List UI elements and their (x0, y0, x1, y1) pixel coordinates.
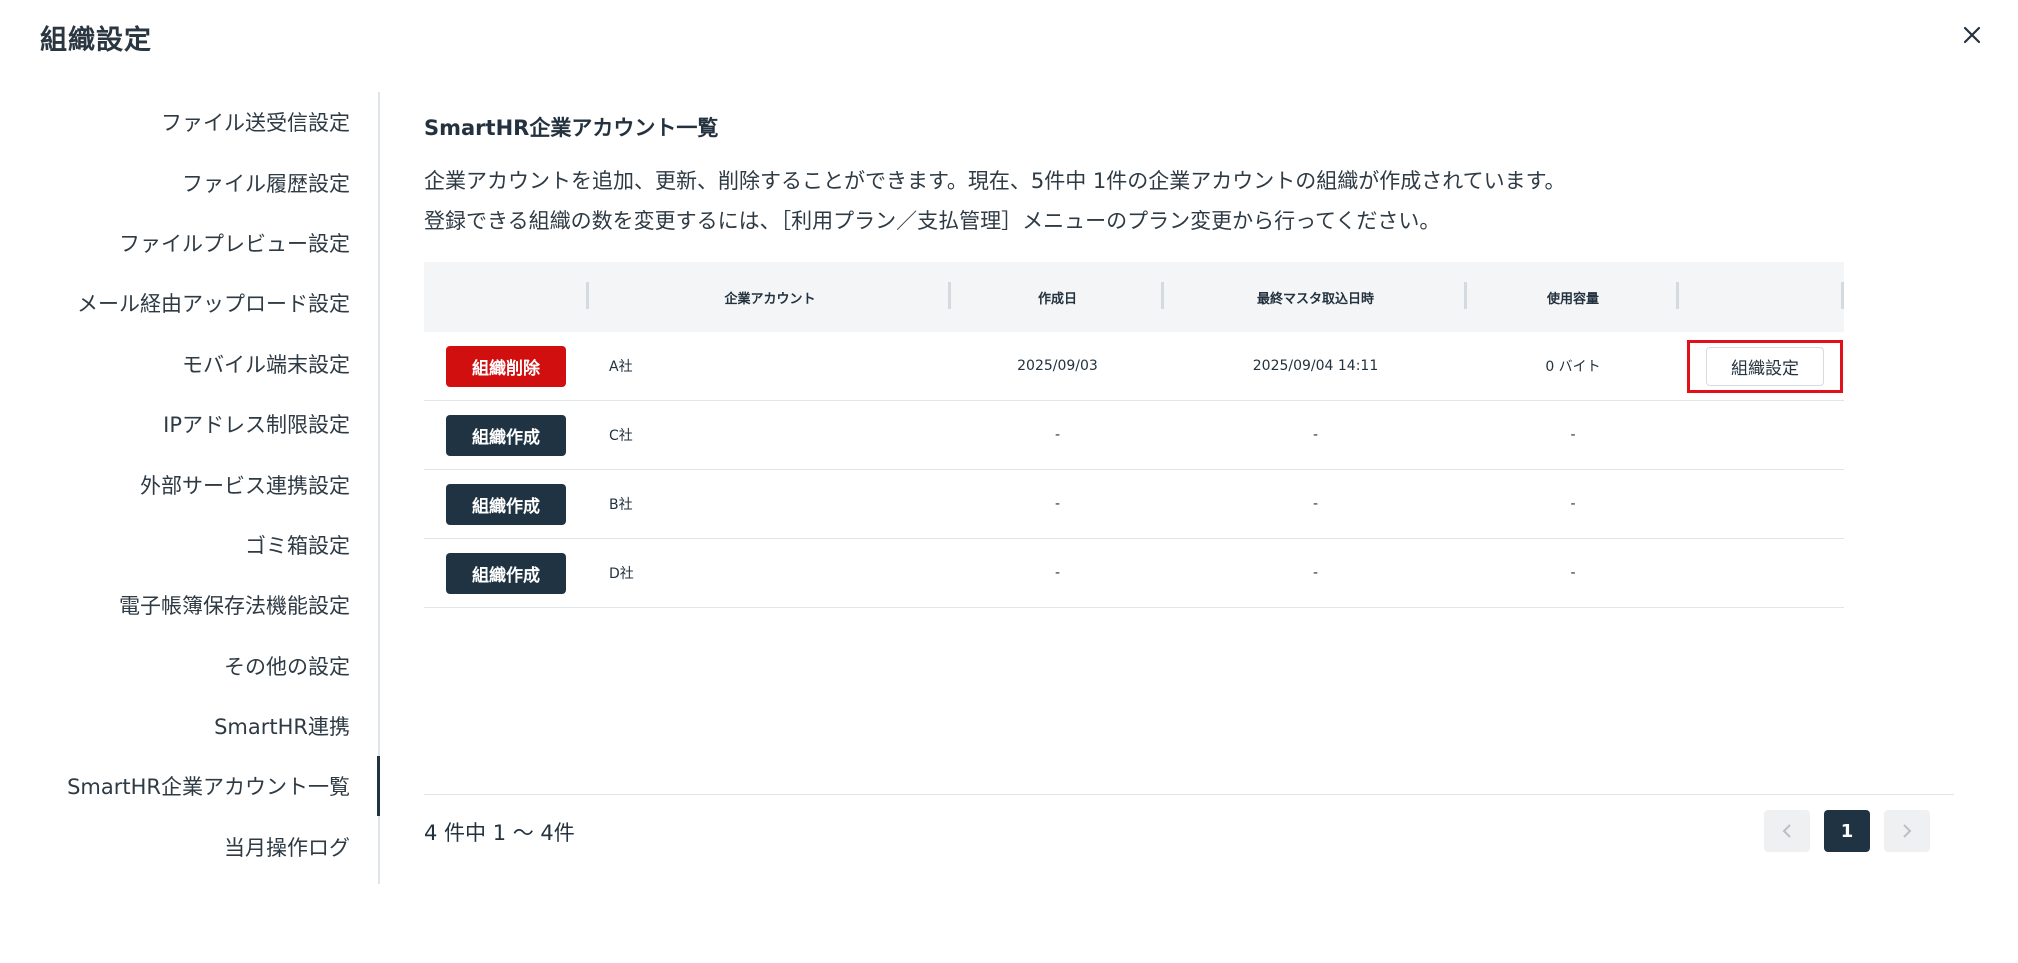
header-created: 作成日 (951, 262, 1164, 332)
created-date: 2025/09/03 (1017, 358, 1098, 374)
table-header: 企業アカウント 作成日 最終マスタ取込日時 使用容量 (424, 262, 1844, 332)
main-content: SmartHR企業アカウント一覧 企業アカウントを追加、更新、削除することができ… (424, 92, 1954, 884)
create-organization-button[interactable]: 組織作成 (446, 483, 566, 525)
last-import-datetime: - (1312, 496, 1319, 512)
description-line-2: 登録できる組織の数を変更するには、［利用プラン／支払管理］メニューのプラン変更か… (424, 209, 1441, 233)
sidebar-item-trash[interactable]: ゴミ箱設定 (0, 515, 378, 575)
sidebar-item-other[interactable]: その他の設定 (0, 636, 378, 696)
account-table: 企業アカウント 作成日 最終マスタ取込日時 使用容量 組織削除 A社 2025/… (424, 262, 1844, 608)
last-import-datetime: 2025/09/04 14:11 (1252, 358, 1379, 374)
table-row: 組織作成 C社 - - - (424, 401, 1844, 470)
last-import-datetime: - (1312, 565, 1319, 581)
page-1-button[interactable]: 1 (1824, 810, 1870, 852)
created-date: - (1054, 565, 1061, 581)
prev-page-button[interactable] (1764, 810, 1810, 852)
table-row: 組織削除 A社 2025/09/03 2025/09/04 14:11 0 バイ… (424, 332, 1844, 401)
sidebar-item-external-services[interactable]: 外部サービス連携設定 (0, 454, 378, 514)
sidebar-item-smarthr-accounts[interactable]: SmartHR企業アカウント一覧 (0, 756, 380, 817)
next-page-button[interactable] (1884, 810, 1930, 852)
settings-sidebar: ファイル送受信設定 ファイル履歴設定 ファイルプレビュー設定 メール経由アップロ… (0, 92, 380, 884)
account-name: D社 (609, 566, 634, 582)
modal-title: 組織設定 (40, 25, 152, 56)
create-organization-button[interactable]: 組織作成 (446, 552, 566, 594)
header-account: 企業アカウント (589, 262, 951, 332)
sidebar-item-file-history[interactable]: ファイル履歴設定 (0, 152, 378, 212)
chevron-left-icon (1782, 824, 1791, 838)
sidebar-item-file-transfer[interactable]: ファイル送受信設定 (0, 92, 378, 152)
footer-divider (424, 794, 1954, 795)
close-icon (1963, 26, 1981, 44)
sidebar-item-e-book-law[interactable]: 電子帳簿保存法機能設定 (0, 575, 378, 635)
account-name: A社 (609, 359, 633, 375)
created-date: - (1054, 496, 1061, 512)
created-date: - (1054, 427, 1061, 443)
header-last-import: 最終マスタ取込日時 (1164, 262, 1467, 332)
sidebar-item-mobile[interactable]: モバイル端末設定 (0, 334, 378, 394)
description-line-1: 企業アカウントを追加、更新、削除することができます。現在、5件中 1件の企業アカ… (424, 169, 1566, 193)
usage-capacity: - (1570, 496, 1576, 512)
account-name: C社 (609, 428, 633, 444)
sidebar-item-file-preview[interactable]: ファイルプレビュー設定 (0, 213, 378, 273)
delete-organization-button[interactable]: 組織削除 (446, 345, 566, 387)
sidebar-item-smarthr-integration[interactable]: SmartHR連携 (0, 696, 378, 756)
usage-capacity: 0 バイト (1545, 359, 1601, 375)
usage-capacity: - (1570, 565, 1576, 581)
header-usage: 使用容量 (1467, 262, 1679, 332)
sidebar-item-ip-restriction[interactable]: IPアドレス制限設定 (0, 394, 378, 454)
header-settings (1679, 262, 1844, 332)
pagination-summary: 4 件中 1 ～ 4件 (424, 821, 575, 845)
highlight-box: 組織設定 (1687, 339, 1843, 393)
table-row: 組織作成 D社 - - - (424, 539, 1844, 608)
chevron-right-icon (1903, 824, 1912, 838)
page-title: SmartHR企業アカウント一覧 (424, 116, 719, 140)
organization-settings-button[interactable]: 組織設定 (1706, 346, 1824, 386)
close-button[interactable] (1955, 18, 1989, 52)
last-import-datetime: - (1312, 427, 1319, 443)
sidebar-item-monthly-log[interactable]: 当月操作ログ (0, 817, 378, 877)
usage-capacity: - (1570, 427, 1576, 443)
account-name: B社 (609, 497, 633, 513)
sidebar-item-mail-upload[interactable]: メール経由アップロード設定 (0, 273, 378, 333)
table-row: 組織作成 B社 - - - (424, 470, 1844, 539)
pagination: 1 (1764, 810, 1930, 852)
create-organization-button[interactable]: 組織作成 (446, 414, 566, 456)
header-action (424, 262, 589, 332)
